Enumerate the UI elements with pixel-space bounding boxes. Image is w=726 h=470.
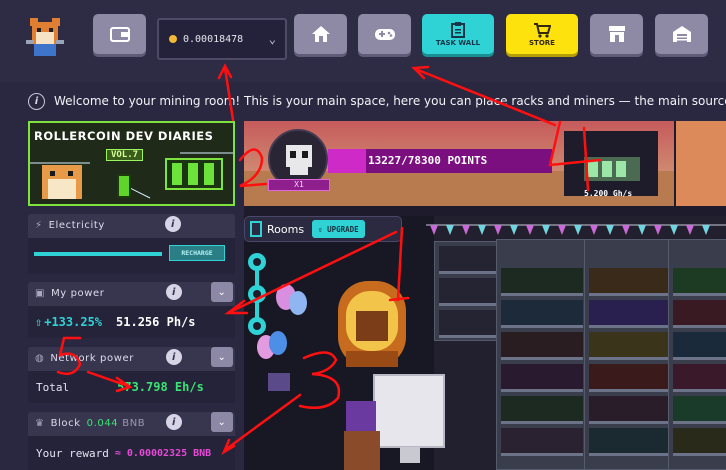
home-icon — [311, 26, 330, 42]
block-title: Block — [50, 417, 81, 429]
hamster-illustration — [30, 152, 233, 199]
globe-icon: ◍ — [35, 352, 45, 364]
store-button[interactable]: STORE — [506, 14, 578, 54]
mining-room-scene[interactable]: 13227/78300 POINTS X1 5.200 Gh/s Rooms ⇧… — [244, 121, 726, 470]
computer-decoration — [344, 374, 445, 470]
my-power-header: ▣ My power i ⌄ — [28, 282, 235, 304]
cpu-icon: ▣ — [35, 287, 46, 299]
block-body: Your reward ≈ 0.00002325 BNB — [28, 436, 235, 470]
task-wall-label: TASK WALL — [435, 38, 481, 47]
miner-rack-icon — [584, 157, 640, 181]
info-icon[interactable]: i — [165, 216, 181, 232]
network-power-header: ◍ Network power i ⌄ — [28, 347, 235, 369]
level-progress-fill — [328, 149, 366, 173]
dev-diaries-banner[interactable]: ROLLERCOIN DEV DIARIES VOL.7 — [28, 121, 235, 206]
wallet-button[interactable] — [93, 14, 146, 54]
electricity-header: ⚡ Electricity i — [28, 214, 235, 236]
level-multiplier-badge: X1 — [268, 179, 330, 191]
up-arrow-icon: ⇧ — [35, 315, 43, 329]
my-power-value: 51.256 Ph/s — [116, 315, 196, 329]
block-amount: 0.044 — [86, 417, 119, 429]
my-power-panel: ▣ My power i ⌄ ⇧ +133.25% 51.256 Ph/s — [28, 282, 235, 338]
rooms-selector[interactable]: Rooms ⇧ UPGRADE — [244, 216, 402, 242]
welcome-message: i Welcome to your mining room! This is y… — [28, 92, 726, 110]
upgrade-label: UPGRADE — [327, 224, 359, 234]
home-button[interactable] — [294, 14, 347, 54]
info-icon[interactable]: i — [166, 349, 182, 365]
door-icon — [250, 221, 262, 237]
upgrade-button[interactable]: ⇧ UPGRADE — [312, 220, 365, 238]
miner-rack-3[interactable] — [668, 239, 726, 470]
garage-button[interactable] — [655, 14, 708, 54]
balloons-decoration — [257, 284, 307, 391]
my-power-title: My power — [51, 287, 105, 299]
gamepad-icon — [374, 29, 395, 40]
clipboard-icon — [451, 21, 465, 38]
network-power-body: Total 573.798 Eh/s — [28, 371, 235, 403]
collapse-button[interactable]: ⌄ — [211, 282, 233, 302]
hashrate-value: 5.200 Gh/s — [584, 189, 633, 198]
store-label: STORE — [529, 38, 555, 47]
info-icon[interactable]: i — [166, 284, 182, 300]
garage-icon — [672, 26, 691, 42]
level-progress-bar: 13227/78300 POINTS — [328, 149, 552, 173]
hashrate-card[interactable]: 5.200 Gh/s — [564, 131, 658, 198]
cart-icon — [534, 22, 551, 38]
welcome-text: Welcome to your mining room! This is you… — [54, 94, 726, 108]
miner-rack-2[interactable] — [584, 239, 674, 470]
trophy-icon: ♛ — [35, 417, 45, 429]
my-power-body: ⇧ +133.25% 51.256 Ph/s — [28, 306, 235, 338]
coin-icon — [169, 35, 177, 43]
miner-rack-1[interactable] — [496, 239, 586, 470]
chevron-down-icon: ⌄ — [268, 32, 276, 46]
block-header: ♛ Block 0.044 BNB i ⌄ — [28, 412, 235, 434]
network-total-label: Total — [36, 380, 70, 394]
promo-banner-right[interactable] — [676, 121, 726, 206]
network-power-panel: ◍ Network power i ⌄ Total 573.798 Eh/s — [28, 347, 235, 403]
info-icon[interactable]: i — [166, 414, 182, 430]
power-bonus: +133.25% — [44, 315, 103, 329]
electricity-level-bar — [34, 252, 163, 256]
block-currency: BNB — [122, 417, 146, 429]
network-power-value: 573.798 Eh/s — [117, 380, 204, 394]
collapse-button[interactable]: ⌄ — [211, 347, 233, 367]
block-panel: ♛ Block 0.044 BNB i ⌄ Your reward ≈ 0.00… — [28, 412, 235, 470]
electricity-title: Electricity — [48, 219, 105, 231]
level-progress-text: 13227/78300 POINTS — [368, 154, 488, 167]
lightning-icon: ⚡ — [35, 219, 43, 231]
wallet-currency-select[interactable]: 0.00018478 ⌄ — [157, 18, 287, 60]
rollercoin-hamster-logo[interactable] — [22, 14, 68, 60]
electricity-panel: ⚡ Electricity i RECHARGE — [28, 214, 235, 274]
marketplace-button[interactable] — [590, 14, 643, 54]
rooms-label: Rooms — [267, 222, 305, 236]
shop-icon — [608, 26, 625, 42]
network-power-title: Network power — [50, 352, 134, 364]
info-icon[interactable]: i — [28, 92, 45, 110]
your-reward-label: Your reward — [36, 446, 109, 460]
your-reward-value: ≈ 0.00002325 BNB — [114, 447, 212, 459]
top-navigation-bar: 0.00018478 ⌄ TASK WALL STORE — [0, 0, 726, 82]
jukebox-decoration — [338, 281, 406, 367]
wallet-icon — [109, 27, 130, 42]
games-button[interactable] — [358, 14, 411, 54]
task-wall-button[interactable]: TASK WALL — [422, 14, 494, 54]
wallet-balance: 0.00018478 — [183, 33, 244, 45]
recharge-button[interactable]: RECHARGE — [169, 245, 225, 261]
electricity-body: RECHARGE — [28, 238, 235, 274]
collapse-button[interactable]: ⌄ — [211, 412, 233, 432]
